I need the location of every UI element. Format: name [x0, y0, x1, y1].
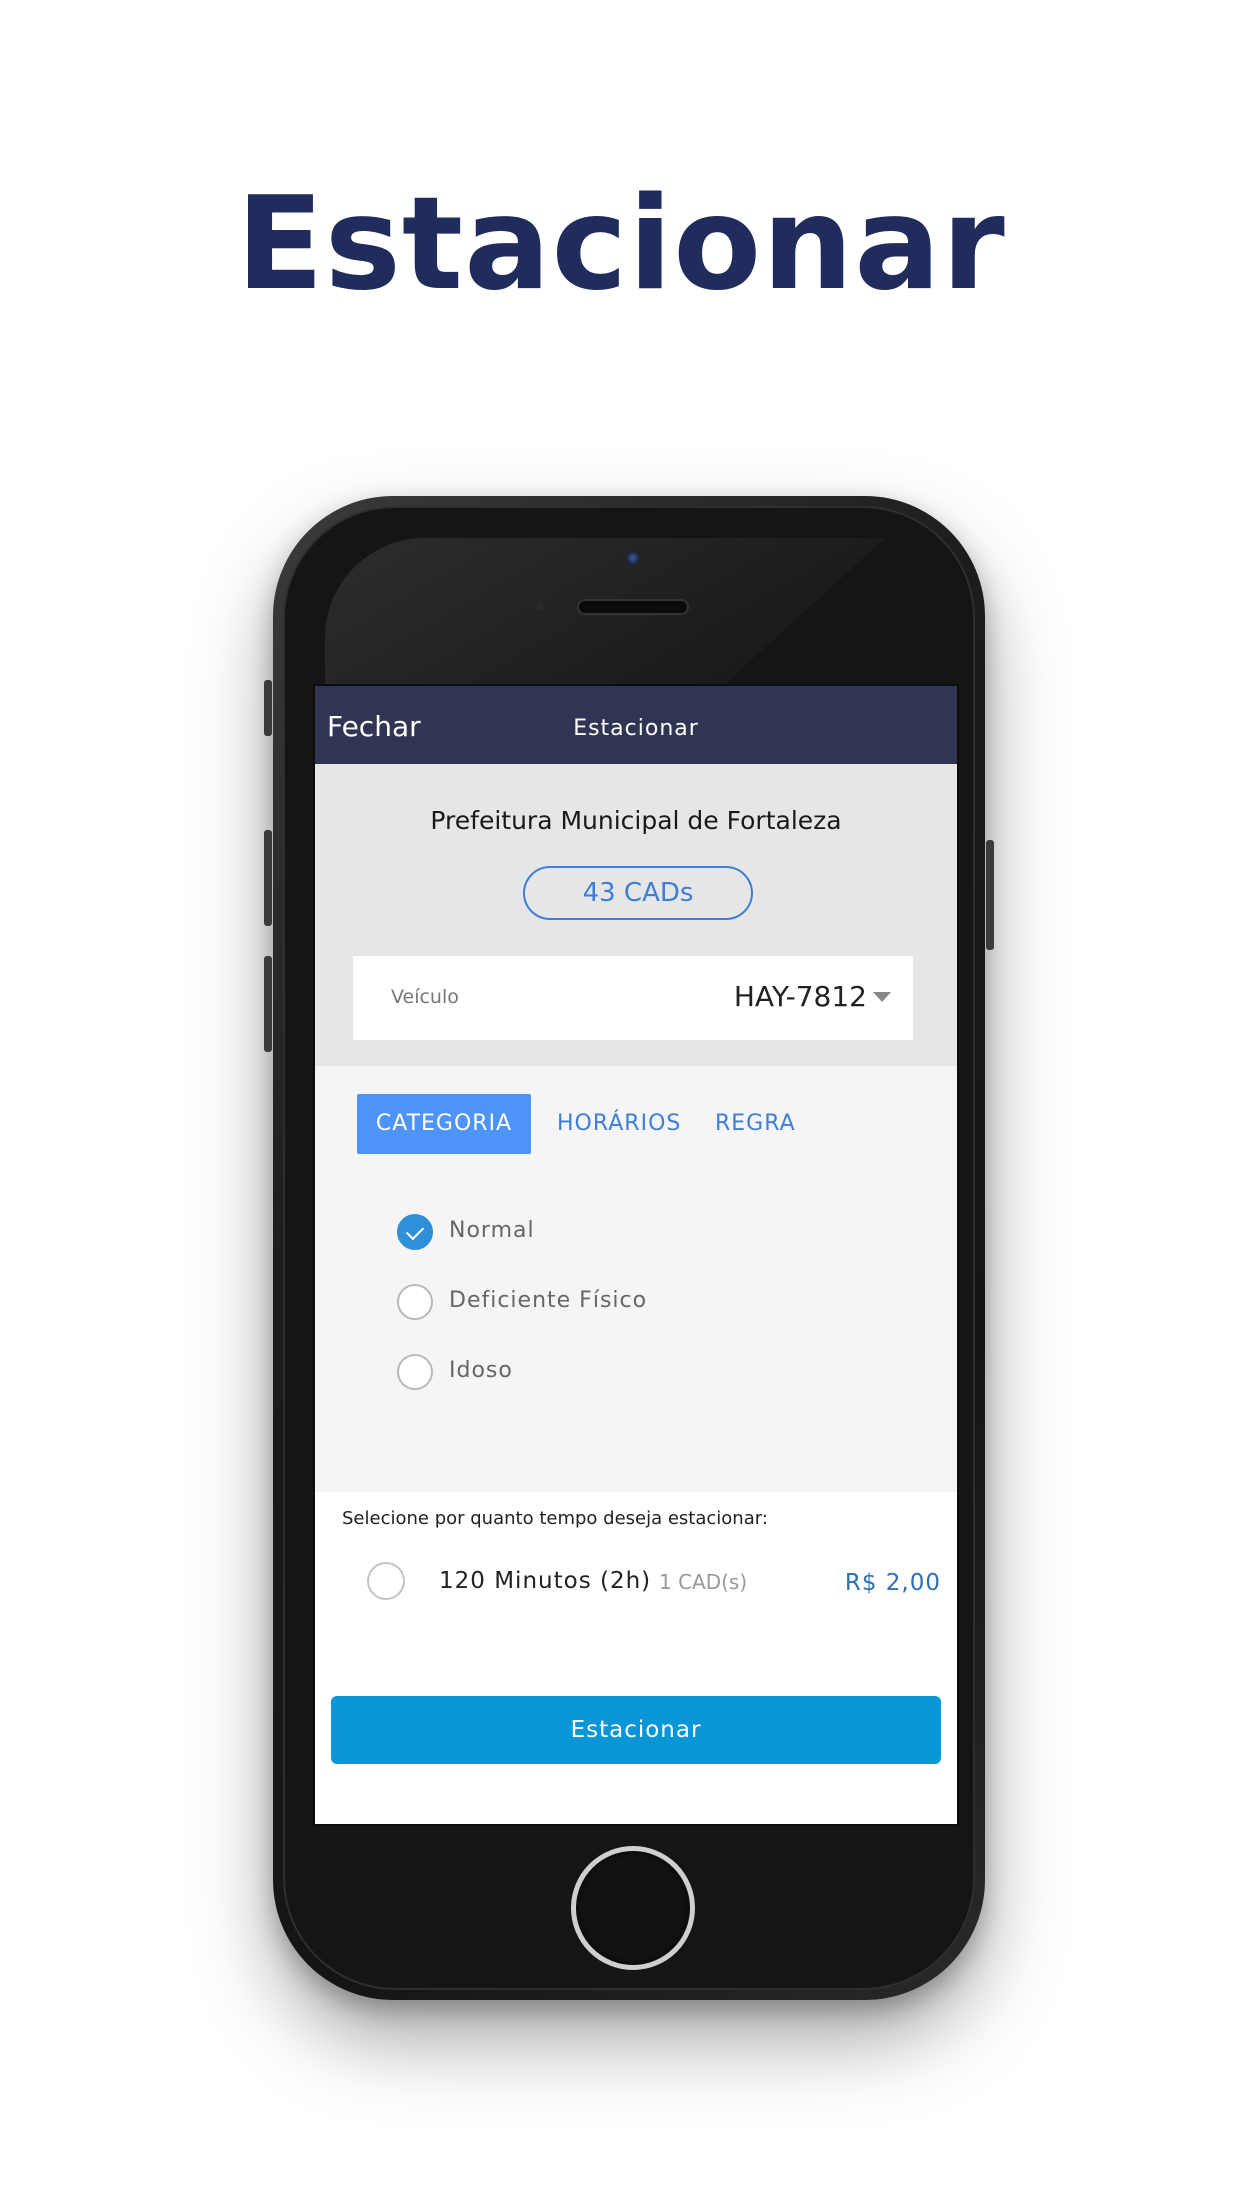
vehicle-select[interactable]: Veículo HAY-7812	[353, 956, 913, 1040]
time-option-label: 120 Minutos (2h)	[439, 1568, 652, 1594]
organization-name: Prefeitura Municipal de Fortaleza	[430, 806, 842, 835]
tab-regra[interactable]: REGRA	[715, 1094, 796, 1154]
tab-categoria[interactable]: CATEGORIA	[357, 1094, 531, 1154]
caret-down-icon	[873, 992, 891, 1002]
cads-balance-badge[interactable]: 43 CADs	[523, 866, 753, 920]
power-button	[986, 840, 994, 950]
hero-title: Estacionar	[236, 170, 1006, 319]
nav-title: Estacionar	[573, 716, 699, 741]
radio-unchecked-icon	[367, 1562, 405, 1600]
volume-up-button	[264, 830, 272, 926]
time-option-cads: 1 CAD(s)	[659, 1570, 748, 1594]
vehicle-value: HAY-7812	[733, 980, 867, 1013]
category-label: Idoso	[449, 1358, 513, 1383]
category-label: Deficiente Físico	[449, 1288, 648, 1313]
check-icon	[397, 1214, 433, 1250]
home-button[interactable]	[571, 1846, 695, 1970]
vehicle-label: Veículo	[391, 986, 459, 1008]
radio-unchecked-icon	[397, 1354, 433, 1390]
mute-switch	[264, 680, 272, 736]
estacionar-button[interactable]: Estacionar	[331, 1696, 941, 1764]
tabs-section: CATEGORIA HORÁRIOS REGRA Normal Deficien…	[315, 1066, 957, 1492]
time-prompt: Selecione por quanto tempo deseja estaci…	[342, 1508, 768, 1529]
front-camera-icon	[626, 551, 640, 565]
tab-horarios[interactable]: HORÁRIOS	[557, 1094, 681, 1154]
earpiece-speaker	[577, 599, 689, 615]
category-label: Normal	[449, 1218, 535, 1243]
proximity-sensor	[537, 603, 544, 610]
nav-bar: Fechar Estacionar	[315, 686, 957, 764]
time-option-price: R$ 2,00	[844, 1570, 941, 1596]
time-option-120[interactable]: 120 Minutos (2h) 1 CAD(s) R$ 2,00	[315, 1558, 957, 1608]
radio-unchecked-icon	[397, 1284, 433, 1320]
app-screen: Fechar Estacionar Prefeitura Municipal d…	[313, 684, 959, 1826]
volume-down-button	[264, 956, 272, 1052]
